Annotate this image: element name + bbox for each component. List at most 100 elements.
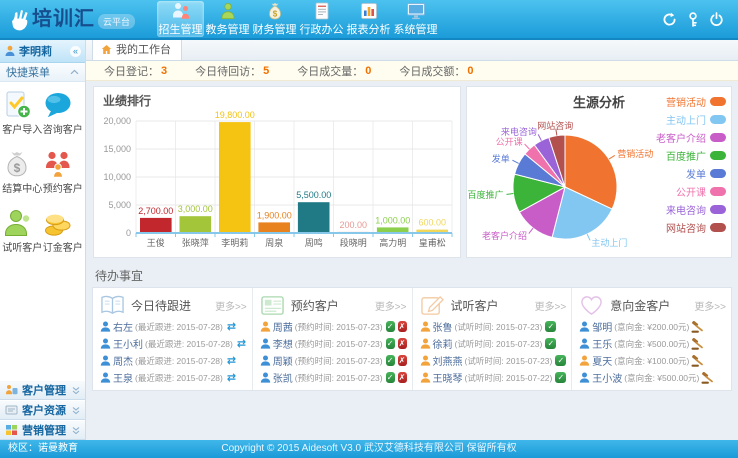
svg-text:段晓明: 段晓明 xyxy=(340,237,367,248)
legend-swatch xyxy=(710,133,726,142)
todo-item[interactable]: 王乐 (意向金: ¥500.00元) xyxy=(579,335,726,352)
todo-item[interactable]: 王泉 (最近跟进: 2015-07-28) ⇄ xyxy=(100,369,247,386)
legend-item[interactable]: 老客户介绍 xyxy=(656,130,726,145)
transfer-icon[interactable]: ⇄ xyxy=(227,371,236,384)
nav-item-finance[interactable]: $ 财务管理 xyxy=(251,1,298,37)
password-button[interactable] xyxy=(688,11,698,27)
confirm-icon[interactable]: ✓ xyxy=(545,338,557,349)
chevrons-down-icon xyxy=(72,386,80,395)
legend-item[interactable]: 主动上门 xyxy=(666,112,726,127)
legend-swatch xyxy=(710,115,726,124)
sidebar-panel-customer-res[interactable]: 客户资源 xyxy=(0,400,85,420)
confirm-icon[interactable]: ✓ xyxy=(385,355,395,366)
nav-item-report[interactable]: 报表分析 xyxy=(345,1,392,37)
todo-column-header: 今日待跟进 更多>> xyxy=(100,293,247,318)
refresh-button[interactable] xyxy=(662,12,677,27)
quick-item-appointment-customer[interactable]: 预约客户 xyxy=(43,149,84,195)
nav-item-system[interactable]: 系统管理 xyxy=(392,1,439,37)
confirm-icon[interactable]: ✓ xyxy=(545,321,557,332)
todo-item[interactable]: 周茜 (预约时间: 2015-07-23) ✓ ✗ xyxy=(260,318,407,335)
gavel-icon[interactable] xyxy=(691,337,704,350)
todo-item-detail: (意向金: ¥500.00元) xyxy=(624,372,700,383)
nav-item-admissions[interactable]: 招生管理 xyxy=(157,1,205,37)
marketing-icon xyxy=(5,424,18,436)
confirm-icon[interactable]: ✓ xyxy=(555,355,567,366)
todo-column-appointment: 预约客户 更多>> 周茜 (预约时间: 2015-07-23) ✓ ✗ 李想 (预约时间: 2… xyxy=(253,288,413,390)
todo-item[interactable]: 邹明 (意向金: ¥200.00元) xyxy=(579,318,726,335)
legend-item[interactable]: 百度推广 xyxy=(666,148,726,163)
quick-menu-header[interactable]: 快捷菜单 xyxy=(0,63,85,82)
todo-item-name: 张鲁 xyxy=(432,323,453,334)
todo-item[interactable]: 右左 (最近跟进: 2015-07-28) ⇄ xyxy=(100,318,247,335)
cancel-icon[interactable]: ✗ xyxy=(397,372,407,383)
todo-title: 待办事宜 xyxy=(95,269,144,283)
legend-item[interactable]: 营销活动 xyxy=(666,94,726,109)
svg-text:王俊: 王俊 xyxy=(147,237,165,248)
sidebar-panel-marketing-mgmt[interactable]: 营销管理 xyxy=(0,420,85,440)
more-link[interactable]: 更多>> xyxy=(694,298,726,313)
todo-item[interactable]: 周杰 (最近跟进: 2015-07-28) ⇄ xyxy=(100,352,247,369)
todo-item[interactable]: 王小利 (最近跟进: 2015-07-28) ⇄ xyxy=(100,335,247,352)
todo-column-title: 今日待跟进 xyxy=(131,299,192,313)
transfer-icon[interactable]: ⇄ xyxy=(237,337,246,350)
sidebar-panel-label: 客户管理 xyxy=(22,385,66,397)
trial-icon xyxy=(2,208,43,238)
quick-item-trial-customer[interactable]: 试听客户 xyxy=(2,208,43,254)
legend-label: 来电咨询 xyxy=(666,206,706,217)
quick-item-label: 结算中心 xyxy=(2,184,43,195)
quick-item-settlement-center[interactable]: $ 结算中心 xyxy=(2,149,43,195)
gavel-icon[interactable] xyxy=(691,354,704,367)
todo-item[interactable]: 张凯 (预约时间: 2015-07-23) ✓ ✗ xyxy=(260,369,407,386)
todo-item-name: 王小波 xyxy=(592,374,623,385)
more-link[interactable]: 更多>> xyxy=(375,298,407,313)
transfer-icon[interactable]: ⇄ xyxy=(227,354,236,367)
todo-item[interactable]: 李想 (预约时间: 2015-07-23) ✓ ✗ xyxy=(260,335,407,352)
legend-label: 营销活动 xyxy=(666,98,706,109)
todo-item[interactable]: 王小波 (意向金: ¥500.00元) xyxy=(579,369,726,386)
cancel-icon[interactable]: ✗ xyxy=(397,321,407,332)
quick-item-consult-customer[interactable]: 咨询客户 xyxy=(43,90,84,136)
sidebar-collapse-icon[interactable]: « xyxy=(70,45,81,57)
svg-text:200.00: 200.00 xyxy=(340,220,368,230)
sidebar-panel-customer-mgmt[interactable]: 客户管理 xyxy=(0,380,85,400)
svg-text:5,000: 5,000 xyxy=(108,200,131,210)
gavel-icon[interactable] xyxy=(691,320,704,333)
more-link[interactable]: 更多>> xyxy=(215,298,247,313)
transfer-icon[interactable]: ⇄ xyxy=(227,320,236,333)
cancel-icon[interactable]: ✗ xyxy=(397,338,407,349)
stat-label: 今日成交额： xyxy=(399,65,466,78)
todo-item[interactable]: 刘燕燕 (试听时间: 2015-07-23) ✓ xyxy=(420,352,567,369)
tab-workbench[interactable]: 我的工作台 xyxy=(92,40,182,60)
todo-item[interactable]: 夏天 (意向金: ¥100.00元) xyxy=(579,352,726,369)
todo-column-title: 意向金客户 xyxy=(610,299,671,313)
todo-item-detail: (试听时间: 2015-07-23) xyxy=(454,321,543,332)
nav-item-academic[interactable]: 教务管理 xyxy=(204,1,251,37)
svg-text:周鸣: 周鸣 xyxy=(305,237,323,248)
legend-item[interactable]: 来电咨询 xyxy=(666,202,726,217)
todo-item[interactable]: 王晓琴 (试听时间: 2015-07-22) ✓ xyxy=(420,369,567,386)
todo-item[interactable]: 徐莉 (试听时间: 2015-07-23) ✓ xyxy=(420,335,567,352)
quick-item-deposit-customer[interactable]: 订金客户 xyxy=(43,208,84,254)
quick-item-customer-import[interactable]: 客户导入 xyxy=(2,90,43,136)
legend-swatch xyxy=(710,97,726,106)
legend-item[interactable]: 发单 xyxy=(686,166,726,181)
todo-item-name: 邹明 xyxy=(592,323,613,334)
confirm-icon[interactable]: ✓ xyxy=(385,321,395,332)
legend-item[interactable]: 网站咨询 xyxy=(666,220,726,235)
more-link[interactable]: 更多>> xyxy=(535,298,567,313)
todo-item[interactable]: 张鲁 (试听时间: 2015-07-23) ✓ xyxy=(420,318,567,335)
confirm-icon[interactable]: ✓ xyxy=(385,338,395,349)
svg-text:主动上门: 主动上门 xyxy=(591,237,627,248)
gavel-icon[interactable] xyxy=(701,371,714,384)
confirm-icon[interactable]: ✓ xyxy=(385,372,395,383)
home-icon xyxy=(101,44,112,55)
person-avatar-icon xyxy=(579,338,590,349)
logout-button[interactable] xyxy=(709,11,724,27)
source-pie-chart: 营销活动 主动上门 老客户介绍 百度推广 发单 公开课 来电咨询 网站咨询 xyxy=(467,97,667,262)
cancel-icon[interactable]: ✗ xyxy=(397,355,407,366)
confirm-icon[interactable]: ✓ xyxy=(555,372,567,383)
legend-item[interactable]: 公开课 xyxy=(676,184,726,199)
nav-item-office[interactable]: 行政办公 xyxy=(298,1,345,37)
svg-text:2,700.00: 2,700.00 xyxy=(138,206,173,216)
todo-item[interactable]: 周颖 (预约时间: 2015-07-23) ✓ ✗ xyxy=(260,352,407,369)
